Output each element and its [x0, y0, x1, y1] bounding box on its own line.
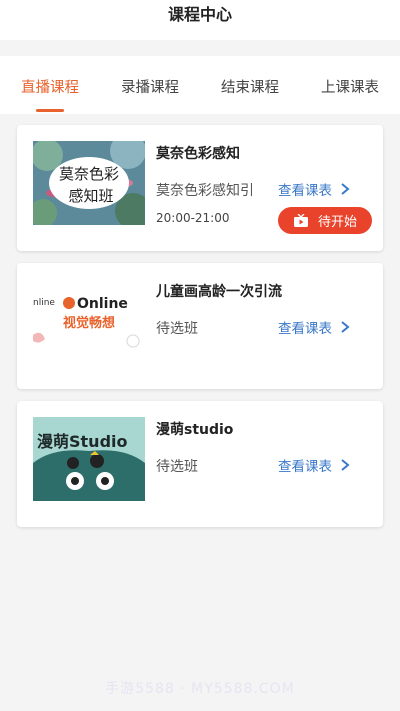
course-time: 20:00-21:00	[156, 211, 230, 225]
svg-text:nline: nline	[33, 298, 55, 308]
course-card-monet[interactable]: 莫奈色彩 感知班 莫奈色彩感知 莫奈色彩感知引 20:00-21:00 查看课表…	[17, 125, 383, 251]
view-schedule-label: 查看课表	[278, 321, 332, 337]
tab-class-schedule[interactable]: 上课课表	[300, 56, 400, 114]
chevron-right-icon	[341, 321, 350, 333]
svg-text:莫奈色彩: 莫奈色彩	[59, 165, 119, 183]
pending-start-button[interactable]: 待开始	[278, 207, 372, 234]
view-schedule-link[interactable]: 查看课表	[278, 455, 350, 475]
course-card-child-drawing[interactable]: nline Online 视觉畅想 儿童画高龄一次引流 待选班 查看课表	[17, 263, 383, 389]
watermark: 手游5588 · MY5588.COM	[105, 681, 295, 697]
view-schedule-label: 查看课表	[278, 459, 332, 475]
tv-icon	[293, 213, 308, 227]
course-subtitle: 待选班	[156, 321, 198, 337]
course-thumbnail-monet: 莫奈色彩 感知班	[33, 141, 145, 225]
course-thumbnail-manmeng: 漫萌Studio	[33, 417, 145, 501]
svg-text:视觉畅想: 视觉畅想	[63, 315, 115, 331]
chevron-right-icon	[341, 459, 350, 471]
tab-finished-courses[interactable]: 结束课程	[200, 56, 300, 114]
svg-text:Online: Online	[77, 296, 128, 312]
page-title: 课程中心	[167, 5, 232, 24]
course-title: 儿童画高龄一次引流	[156, 284, 282, 300]
chevron-right-icon	[341, 183, 350, 195]
course-title: 漫萌studio	[156, 422, 234, 438]
svg-text:感知班: 感知班	[68, 187, 113, 205]
course-card-manmeng-studio[interactable]: 漫萌Studio 漫萌studio 待选班 查看课表	[17, 401, 383, 527]
tab-live-courses[interactable]: 直播课程	[0, 56, 100, 114]
view-schedule-link[interactable]: 查看课表	[278, 179, 350, 199]
top-bar: 课程中心	[0, 0, 400, 40]
view-schedule-label: 查看课表	[278, 183, 332, 199]
tab-recorded-courses[interactable]: 录播课程	[100, 56, 200, 114]
course-subtitle: 莫奈色彩感知引	[156, 183, 254, 199]
course-title: 莫奈色彩感知	[156, 146, 240, 162]
course-subtitle: 待选班	[156, 459, 198, 475]
svg-text:漫萌Studio: 漫萌Studio	[37, 432, 128, 451]
course-tabs: 直播课程 录播课程 结束课程 上课课表	[0, 56, 400, 114]
course-thumbnail-online: nline Online 视觉畅想	[33, 279, 145, 363]
view-schedule-link[interactable]: 查看课表	[278, 317, 350, 337]
status-label: 待开始	[317, 215, 357, 230]
